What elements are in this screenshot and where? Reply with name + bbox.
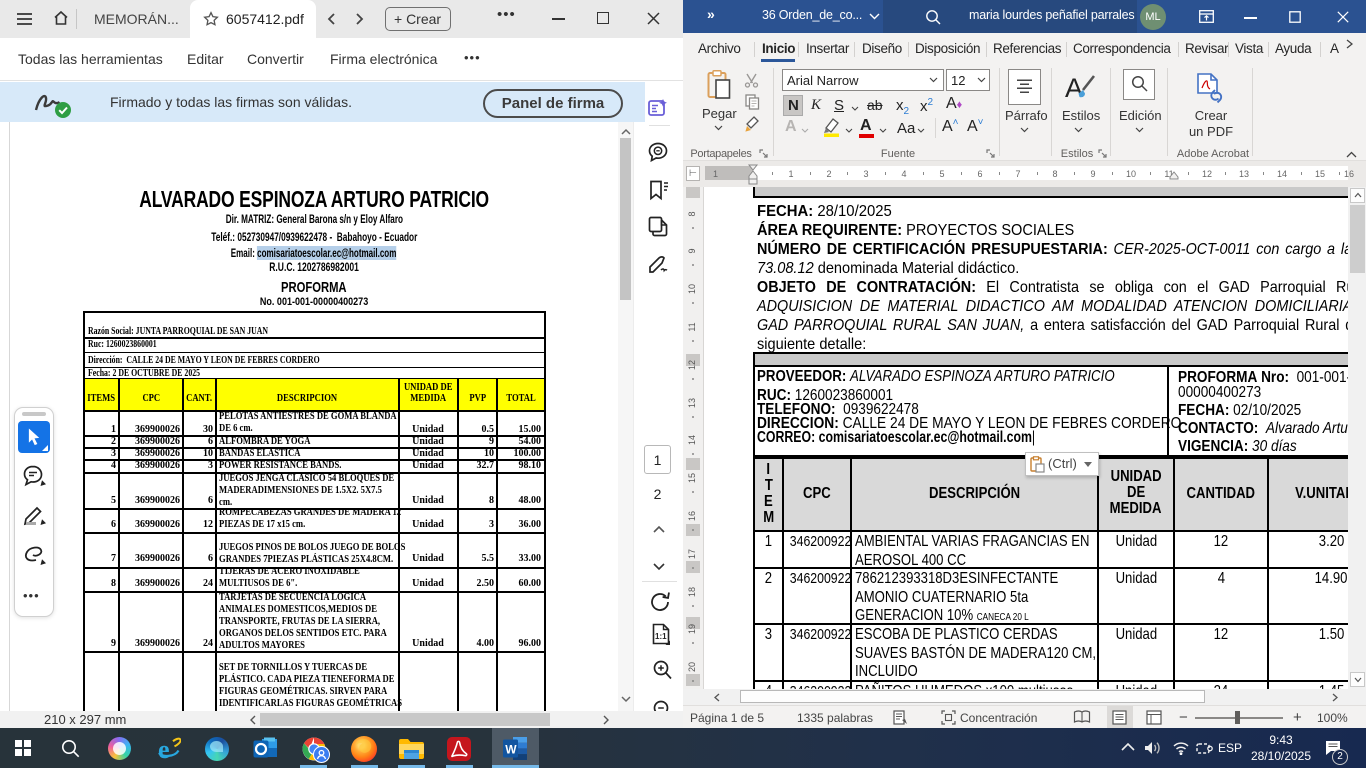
svg-text:e: e — [158, 737, 170, 761]
svg-text:W: W — [505, 743, 517, 757]
svg-text:1:1: 1:1 — [655, 632, 667, 641]
svg-text:A: A — [1065, 73, 1083, 103]
